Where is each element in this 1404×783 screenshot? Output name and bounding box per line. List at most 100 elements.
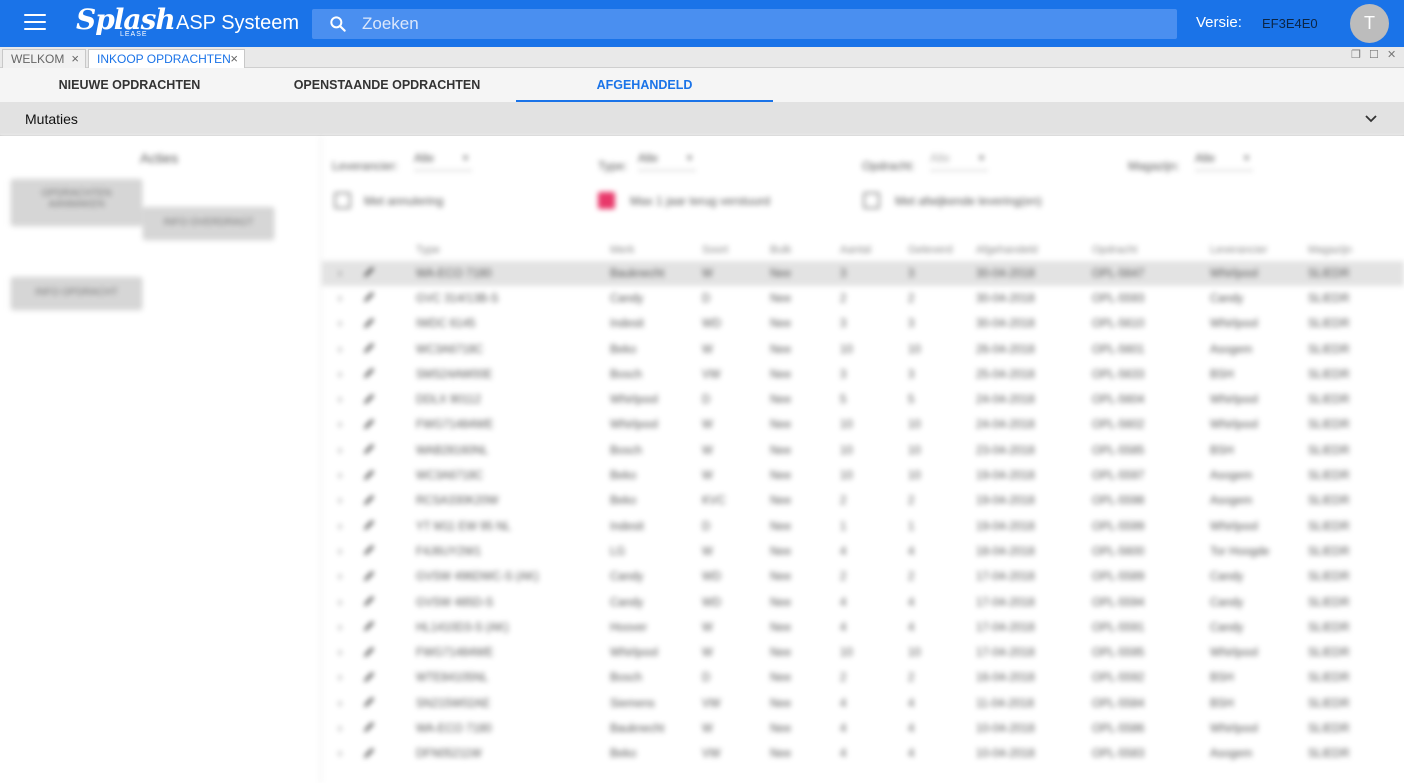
pencil-edit-icon[interactable]: [362, 695, 376, 709]
edit-cell[interactable]: [362, 590, 416, 615]
doc-tab-welkom[interactable]: WELKOM ×: [2, 49, 86, 68]
pencil-edit-icon[interactable]: [362, 341, 376, 355]
table-row[interactable]: › WC3A6718C Beko W Nee 10 10 19-04-2018 OPL-5597…: [322, 463, 1404, 488]
tab-nieuwe-opdrachten[interactable]: NIEUWE OPDRACHTEN: [1, 68, 258, 102]
info-opdracht-button[interactable]: INFO OPDRACHT: [11, 277, 142, 309]
pencil-edit-icon[interactable]: [362, 645, 376, 659]
tab-openstaande-opdrachten[interactable]: OPENSTAANDE OPDRACHTEN: [258, 68, 516, 102]
pencil-edit-icon[interactable]: [362, 543, 376, 557]
edit-cell[interactable]: [362, 362, 416, 387]
opdracht-select[interactable]: Alle ▼: [930, 151, 988, 171]
edit-cell[interactable]: [362, 514, 416, 539]
expand-row-icon[interactable]: ›: [322, 514, 362, 539]
pencil-edit-icon[interactable]: [362, 569, 376, 583]
expand-row-icon[interactable]: ›: [322, 539, 362, 564]
max-1-jaar-checkbox[interactable]: [598, 192, 615, 209]
tab-afgehandeld[interactable]: AFGEHANDELD: [516, 68, 773, 102]
hamburger-menu-icon[interactable]: [24, 14, 46, 32]
table-row[interactable]: › WC3A6718C Beko W Nee 10 10 26-04-2018 OPL-5601…: [322, 337, 1404, 362]
pencil-edit-icon[interactable]: [362, 670, 376, 684]
table-row[interactable]: › YT M11 EW 95 NL Indesit D Nee 1 1 19-04-2018 O…: [322, 514, 1404, 539]
expand-row-icon[interactable]: ›: [322, 615, 362, 640]
expand-row-icon[interactable]: ›: [322, 691, 362, 716]
pencil-edit-icon[interactable]: [362, 392, 376, 406]
pencil-edit-icon[interactable]: [362, 468, 376, 482]
col-header[interactable]: Type: [416, 239, 610, 261]
expand-row-icon[interactable]: ›: [322, 565, 362, 590]
search-bar[interactable]: [312, 9, 1177, 39]
expand-row-icon[interactable]: ›: [322, 312, 362, 337]
user-avatar[interactable]: T: [1350, 4, 1389, 43]
type-select[interactable]: Alle ▼: [638, 151, 696, 171]
expand-row-icon[interactable]: ›: [322, 742, 362, 767]
info-overdragt-button[interactable]: INFO OVERDRAGT: [143, 207, 274, 239]
table-row[interactable]: › DFN05211W Beko VW Nee 4 4 10-04-2018 OPL-5583 A…: [322, 742, 1404, 767]
expand-row-icon[interactable]: ›: [322, 666, 362, 691]
edit-cell[interactable]: [362, 261, 416, 287]
pencil-edit-icon[interactable]: [362, 518, 376, 532]
afwijkende-levering-checkbox[interactable]: [863, 192, 880, 209]
edit-cell[interactable]: [362, 640, 416, 665]
maximize-window-icon[interactable]: ☐: [1369, 48, 1379, 61]
table-row[interactable]: › F4J6UY2W1 LG W Nee 4 4 18-04-2018 OPL-5600 Tor …: [322, 539, 1404, 564]
table-row[interactable]: › WA-ECO 7180 Bauknecht W Nee 4 4 10-04-2018 OPL…: [322, 716, 1404, 741]
restore-window-icon[interactable]: ❐: [1351, 48, 1361, 61]
table-row[interactable]: › HL1410D3-S (AK) Hoover W Nee 4 4 17-04-2018 OP…: [322, 615, 1404, 640]
table-row[interactable]: › RCSA330K20W Beko KVC Nee 2 2 19-04-2018 OPL-55…: [322, 489, 1404, 514]
close-icon[interactable]: ×: [71, 50, 79, 68]
edit-cell[interactable]: [362, 387, 416, 412]
table-row[interactable]: › GVSW 485D-S Candy WD Nee 4 4 17-04-2018 OPL-55…: [322, 590, 1404, 615]
expand-row-icon[interactable]: ›: [322, 489, 362, 514]
edit-cell[interactable]: [362, 337, 416, 362]
expand-row-icon[interactable]: ›: [322, 362, 362, 387]
pencil-edit-icon[interactable]: [362, 619, 376, 633]
table-row[interactable]: › WAB28160NL Bosch W Nee 10 10 23-04-2018 OPL-55…: [322, 438, 1404, 463]
doc-tab-inkoop-opdrachten[interactable]: INKOOP OPDRACHTEN ×: [88, 49, 245, 68]
table-row[interactable]: › GVC 314/13B-S Candy D Nee 2 2 30-04-2018 OPL-5…: [322, 286, 1404, 311]
met-annulering-checkbox[interactable]: [334, 192, 351, 209]
col-header[interactable]: Aantal: [840, 239, 908, 261]
pencil-edit-icon[interactable]: [362, 594, 376, 608]
opdrachten-aanmaken-button[interactable]: OPDRACHTEN AANMAKEN: [11, 179, 142, 225]
table-row[interactable]: › FWG71484WE Whirlpool W Nee 10 10 24-04-2018 OP…: [322, 413, 1404, 438]
edit-cell[interactable]: [362, 742, 416, 767]
table-row[interactable]: › WTE84105NL Bosch D Nee 2 2 16-04-2018 OPL-5592…: [322, 666, 1404, 691]
table-row[interactable]: › WA-ECO 7180 Bauknecht W Nee 3 3 30-04-2018 OPL…: [322, 261, 1404, 287]
expand-row-icon[interactable]: ›: [322, 261, 362, 287]
pencil-edit-icon[interactable]: [362, 417, 376, 431]
edit-cell[interactable]: [362, 463, 416, 488]
pencil-edit-icon[interactable]: [362, 720, 376, 734]
table-row[interactable]: › SMS24AW00E Bosch VW Nee 3 3 25-04-2018 OPL-563…: [322, 362, 1404, 387]
chevron-down-icon[interactable]: [1363, 111, 1379, 127]
table-row[interactable]: › DDLX 90112 Whirlpool D Nee 5 5 24-04-2018 OPL-…: [322, 387, 1404, 412]
pencil-edit-icon[interactable]: [362, 746, 376, 760]
expand-row-icon[interactable]: ›: [322, 716, 362, 741]
expand-row-icon[interactable]: ›: [322, 590, 362, 615]
edit-cell[interactable]: [362, 691, 416, 716]
col-header[interactable]: Soort: [702, 239, 770, 261]
edit-cell[interactable]: [362, 615, 416, 640]
col-header[interactable]: Magazijn: [1308, 239, 1404, 261]
col-header[interactable]: Leverancier: [1210, 239, 1308, 261]
edit-cell[interactable]: [362, 539, 416, 564]
expand-row-icon[interactable]: ›: [322, 387, 362, 412]
pencil-edit-icon[interactable]: [362, 290, 376, 304]
edit-cell[interactable]: [362, 666, 416, 691]
col-header[interactable]: Geleverd: [908, 239, 976, 261]
edit-cell[interactable]: [362, 489, 416, 514]
leverancier-select[interactable]: Alle ▼: [414, 151, 472, 171]
pencil-edit-icon[interactable]: [362, 265, 376, 279]
expand-row-icon[interactable]: ›: [322, 337, 362, 362]
edit-cell[interactable]: [362, 413, 416, 438]
pencil-edit-icon[interactable]: [362, 442, 376, 456]
edit-cell[interactable]: [362, 286, 416, 311]
pencil-edit-icon[interactable]: [362, 493, 376, 507]
expand-row-icon[interactable]: ›: [322, 286, 362, 311]
expand-row-icon[interactable]: ›: [322, 438, 362, 463]
col-header[interactable]: Afgehandeld: [976, 239, 1092, 261]
expand-row-icon[interactable]: ›: [322, 463, 362, 488]
edit-cell[interactable]: [362, 565, 416, 590]
expand-row-icon[interactable]: ›: [322, 640, 362, 665]
edit-cell[interactable]: [362, 312, 416, 337]
splash-lease-logo[interactable]: Splash LEASE: [76, 3, 176, 42]
